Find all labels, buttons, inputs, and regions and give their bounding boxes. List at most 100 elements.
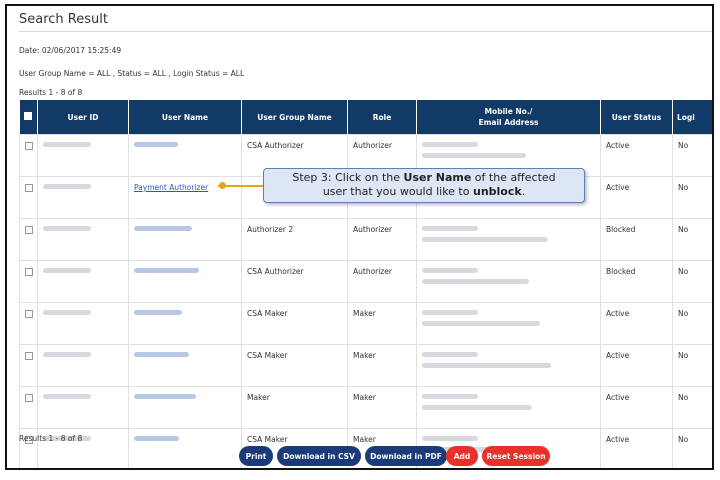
login-status-cell: No: [672, 386, 712, 429]
col-user-group-name[interactable]: User Group Name: [241, 100, 348, 135]
page-title: Search Result: [19, 12, 108, 27]
mobile-email-cell: [416, 302, 601, 345]
redacted-user-name-link[interactable]: [134, 268, 199, 273]
user-group-name: CSA Maker: [247, 309, 288, 318]
user-id-cell: [37, 218, 129, 261]
row-select-cell[interactable]: [19, 260, 38, 303]
role-cell: Maker: [347, 386, 417, 429]
user-group-name: Maker: [247, 393, 270, 402]
redacted-email: [422, 153, 526, 158]
role-value: Maker: [353, 351, 376, 360]
user-status-cell: Active: [600, 302, 673, 345]
redacted-user-name-link[interactable]: [134, 310, 182, 315]
results-count-top: Results 1 - 8 of 8: [19, 88, 83, 97]
redacted-user-name-link[interactable]: [134, 142, 178, 147]
mobile-email-cell: [416, 344, 601, 387]
redacted-user-name-link[interactable]: [134, 352, 189, 357]
login-status-value: No: [678, 435, 689, 444]
reset-session-button[interactable]: Reset Session: [482, 446, 550, 466]
row-select-cell[interactable]: [19, 134, 38, 177]
select-all-cell[interactable]: [19, 100, 38, 135]
users-table: User ID User Name User Group Name Role M…: [19, 100, 712, 468]
row-select-cell[interactable]: [19, 218, 38, 261]
mobile-email-cell: [416, 386, 601, 429]
redacted-user-id: [43, 352, 91, 357]
row-checkbox[interactable]: [24, 184, 33, 192]
user-status-cell: Blocked: [600, 260, 673, 303]
redacted-email: [422, 321, 540, 326]
redacted-user-name-link[interactable]: [134, 436, 179, 441]
col-login-status[interactable]: Logi: [672, 100, 712, 135]
row-select-cell[interactable]: [19, 176, 38, 219]
user-name-cell[interactable]: [128, 260, 242, 303]
table-row: Authorizer 2 Authorizer Blocked No: [19, 218, 712, 261]
row-checkbox[interactable]: [24, 142, 33, 150]
user-status-value: Active: [606, 141, 630, 150]
user-group-name: CSA Authorizer: [247, 267, 304, 276]
redacted-mobile: [422, 142, 478, 147]
role-value: Authorizer: [353, 225, 392, 234]
user-name-cell[interactable]: [128, 386, 242, 429]
user-name-cell[interactable]: [128, 344, 242, 387]
role-cell: Maker: [347, 344, 417, 387]
user-group-cell: Authorizer 2: [241, 218, 348, 261]
row-checkbox[interactable]: [24, 352, 33, 360]
title-divider: [19, 31, 712, 32]
table-header-row: User ID User Name User Group Name Role M…: [19, 100, 712, 135]
user-status-value: Active: [606, 393, 630, 402]
callout-text-2: of the affected: [471, 171, 556, 184]
col-user-id[interactable]: User ID: [37, 100, 129, 135]
col-mobile-email[interactable]: Mobile No./ Email Address: [416, 100, 601, 135]
mobile-email-cell: [416, 218, 601, 261]
row-select-cell[interactable]: [19, 344, 38, 387]
role-value: Maker: [353, 435, 376, 444]
redacted-user-name-link[interactable]: [134, 226, 192, 231]
row-checkbox[interactable]: [24, 226, 33, 234]
results-count-bottom: Results 1 - 8 of 8: [19, 434, 83, 443]
user-name-cell[interactable]: [128, 134, 242, 177]
redacted-user-id: [43, 394, 91, 399]
redacted-user-name-link[interactable]: [134, 394, 196, 399]
login-status-cell: No: [672, 344, 712, 387]
user-name-cell[interactable]: [128, 218, 242, 261]
login-status-value: No: [678, 351, 689, 360]
login-status-value: No: [678, 141, 689, 150]
row-select-cell[interactable]: [19, 302, 38, 345]
user-group-cell: CSA Maker: [241, 302, 348, 345]
callout-text-1: Step 3: Click on the: [292, 171, 404, 184]
col-user-status[interactable]: User Status: [600, 100, 673, 135]
redacted-mobile: [422, 394, 478, 399]
filter-summary: User Group Name = ALL , Status = ALL , L…: [19, 69, 245, 78]
redacted-email: [422, 279, 529, 284]
row-checkbox[interactable]: [24, 268, 33, 276]
col-mobile-line1: Mobile No./: [484, 107, 533, 116]
col-user-name[interactable]: User Name: [128, 100, 242, 135]
user-id-cell: [37, 260, 129, 303]
login-status-cell: No: [672, 260, 712, 303]
login-status-value: No: [678, 393, 689, 402]
mobile-email-cell: [416, 260, 601, 303]
select-all-checkbox[interactable]: [24, 111, 33, 120]
login-status-cell: No: [672, 218, 712, 261]
user-group-name: CSA Maker: [247, 351, 288, 360]
redacted-mobile: [422, 226, 478, 231]
row-select-cell[interactable]: [19, 386, 38, 429]
row-checkbox[interactable]: [24, 394, 33, 402]
redacted-mobile: [422, 436, 478, 441]
user-status-value: Active: [606, 435, 630, 444]
add-button[interactable]: Add: [446, 446, 478, 466]
download-pdf-button[interactable]: Download in PDF: [365, 446, 447, 466]
user-status-value: Active: [606, 351, 630, 360]
instruction-callout: Step 3: Click on the User Name of the af…: [263, 168, 585, 203]
redacted-user-id: [43, 142, 91, 147]
col-role[interactable]: Role: [347, 100, 417, 135]
user-status-cell: Blocked: [600, 218, 673, 261]
col-mobile-line2: Email Address: [478, 118, 539, 127]
table-row: CSA Authorizer Authorizer Blocked No: [19, 260, 712, 303]
user-name-cell[interactable]: [128, 302, 242, 345]
print-button[interactable]: Print: [239, 446, 273, 466]
redacted-email: [422, 237, 548, 242]
download-csv-button[interactable]: Download in CSV: [277, 446, 361, 466]
user-name-link[interactable]: Payment Authorizer: [134, 183, 208, 192]
row-checkbox[interactable]: [24, 310, 33, 318]
